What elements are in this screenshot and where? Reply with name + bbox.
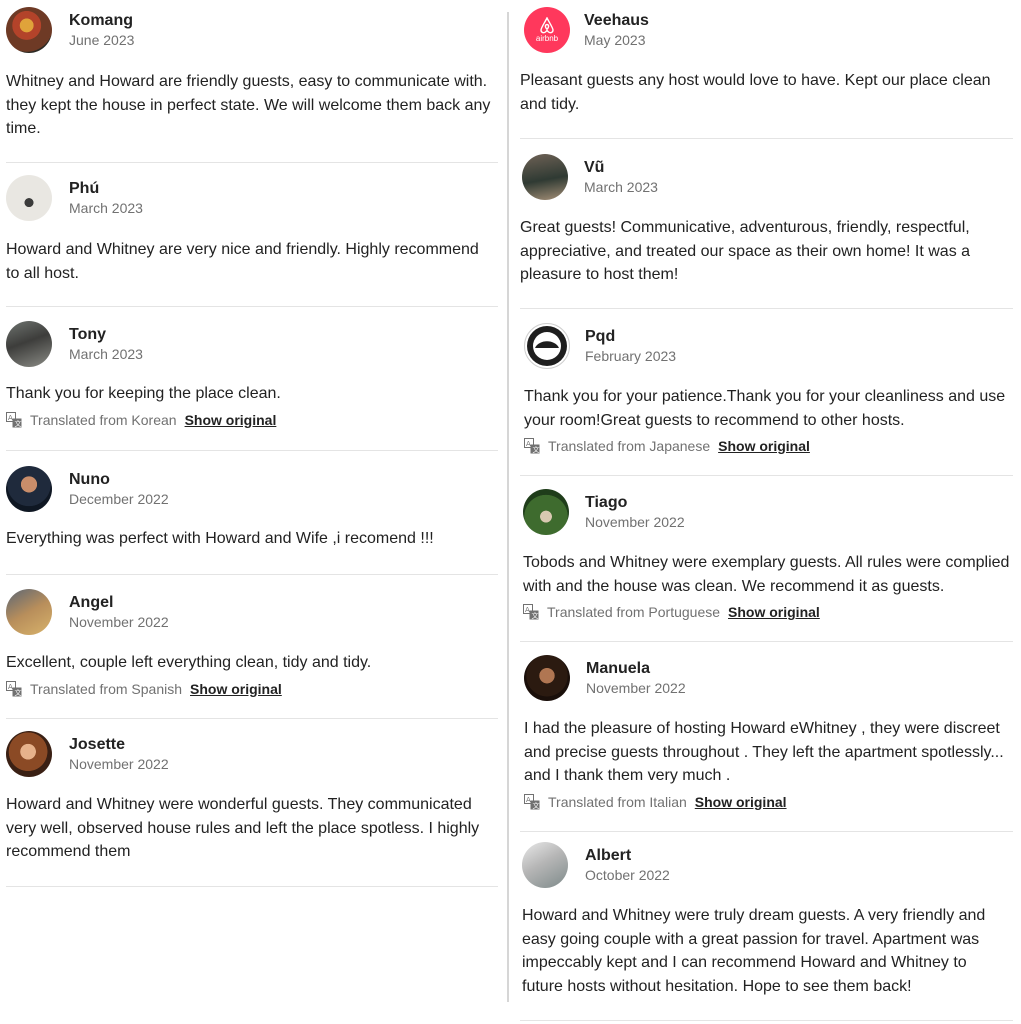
review-text: Tobods and Whitney were exemplary guests… — [523, 554, 1010, 595]
svg-text:文: 文 — [15, 419, 22, 428]
review-text: Thank you for keeping the place clean. — [6, 385, 281, 402]
svg-text:A: A — [8, 683, 13, 691]
translation-note: A文 Translated from Italian Show original — [520, 792, 1013, 812]
svg-text:A: A — [525, 606, 530, 614]
avatar[interactable] — [6, 7, 52, 53]
avatar[interactable] — [6, 321, 52, 367]
avatar[interactable]: airbnb — [524, 7, 570, 53]
review-date: May 2023 — [584, 32, 646, 48]
avatar[interactable] — [6, 731, 52, 777]
review-date: June 2023 — [69, 32, 135, 48]
show-original-link[interactable]: Show original — [190, 681, 282, 697]
svg-text:A: A — [8, 414, 13, 422]
translate-icon: A文 — [524, 793, 540, 810]
avatar[interactable] — [522, 842, 568, 888]
avatar[interactable] — [6, 466, 52, 512]
translate-icon: A文 — [524, 438, 540, 454]
reviewer-name[interactable]: Manuela — [586, 659, 686, 678]
avatar-logo-text: airbnb — [535, 34, 559, 43]
translation-note: A文 Translated from Portuguese Show origi… — [520, 602, 1013, 622]
review-date: March 2023 — [584, 179, 658, 195]
translation-note: A文 Translated from Korean Show original — [6, 410, 498, 430]
translated-from-label: Translated from Italian — [548, 793, 687, 810]
review-card: Josette November 2022 Howard and Whitney… — [6, 730, 498, 887]
translate-icon: A文 — [6, 680, 22, 697]
reviewer-name[interactable]: Tony — [69, 325, 143, 344]
review-text: Everything was perfect with Howard and W… — [6, 530, 434, 547]
avatar[interactable] — [523, 489, 569, 535]
reviewer-name[interactable]: Tiago — [585, 493, 685, 512]
translated-from-label: Translated from Portuguese — [547, 604, 721, 620]
translated-from-label: Translated from Japanese — [548, 438, 711, 454]
review-card: Tony March 2023 Thank you for keeping th… — [6, 320, 498, 451]
review-text: Great guests! Communicative, adventurous… — [520, 219, 971, 283]
svg-text:文: 文 — [532, 611, 539, 620]
review-text: I had the pleasure of hosting Howard eWh… — [524, 720, 1004, 784]
airbnb-logo-icon: airbnb — [524, 7, 570, 53]
review-card: Vũ March 2023 Great guests! Communicativ… — [520, 153, 1013, 309]
review-date: December 2022 — [69, 491, 169, 507]
avatar[interactable] — [6, 589, 52, 635]
review-date: November 2022 — [69, 756, 169, 772]
show-original-link[interactable]: Show original — [185, 412, 277, 428]
translated-from-label: Translated from Korean — [30, 411, 177, 428]
svg-text:A: A — [526, 440, 531, 448]
review-date: February 2023 — [585, 348, 677, 364]
review-text: Whitney and Howard are friendly guests, … — [6, 73, 491, 137]
review-text: Howard and Whitney are very nice and fri… — [6, 241, 479, 282]
reviewer-name[interactable]: Phú — [69, 179, 143, 198]
reviewer-name[interactable]: Komang — [69, 11, 134, 30]
review-text: Howard and Whitney were truly dream gues… — [522, 907, 986, 995]
translation-note: A文 Translated from Japanese Show origina… — [520, 436, 1013, 456]
review-text: Excellent, couple left everything clean,… — [6, 654, 372, 671]
review-card: Tiago November 2022 Tobods and Whitney w… — [520, 488, 1013, 642]
review-date: October 2022 — [585, 867, 670, 883]
review-card: Nuno December 2022 Everything was perfec… — [6, 465, 498, 575]
translate-icon: A文 — [6, 411, 22, 428]
review-date: March 2023 — [69, 200, 143, 216]
column-divider — [507, 12, 509, 1002]
review-card: Albert October 2022 Howard and Whitney w… — [520, 841, 1013, 1021]
review-text: Howard and Whitney were wonderful guests… — [6, 796, 480, 860]
translated-from-label: Translated from Spanish — [30, 680, 182, 697]
review-card: Pqd February 2023 Thank you for your pat… — [520, 322, 1013, 476]
reviewer-name[interactable]: Pqd — [585, 327, 676, 346]
reviewer-name[interactable]: Nuno — [69, 470, 169, 489]
pod-logo-icon — [527, 326, 567, 366]
svg-text:文: 文 — [15, 688, 22, 697]
review-card: airbnb Veehaus May 2023 Pleasant guests … — [520, 6, 1013, 139]
svg-text:文: 文 — [533, 801, 540, 810]
reviewer-name[interactable]: Angel — [69, 593, 169, 612]
review-date: November 2022 — [69, 614, 169, 630]
avatar[interactable] — [524, 323, 570, 369]
review-date: November 2022 — [585, 514, 685, 530]
reviewer-name[interactable]: Albert — [585, 846, 670, 865]
avatar[interactable] — [524, 655, 570, 701]
reviewer-name[interactable]: Josette — [69, 735, 169, 754]
review-card: Angel November 2022 Excellent, couple le… — [6, 588, 498, 719]
review-card: Phú March 2023 Howard and Whitney are ve… — [6, 174, 498, 307]
translation-note: A文 Translated from Spanish Show original — [6, 679, 498, 699]
review-card: Manuela November 2022 I had the pleasure… — [520, 654, 1013, 832]
svg-text:文: 文 — [533, 445, 540, 454]
avatar[interactable] — [522, 154, 568, 200]
show-original-link[interactable]: Show original — [718, 438, 810, 454]
translate-icon: A文 — [523, 604, 539, 620]
review-text: Thank you for your patience.Thank you fo… — [524, 388, 1006, 429]
review-date: November 2022 — [586, 680, 686, 696]
show-original-link[interactable]: Show original — [728, 604, 820, 620]
reviewer-name[interactable]: Veehaus — [584, 11, 649, 30]
review-card: Komang June 2023 Whitney and Howard are … — [6, 6, 498, 163]
show-original-link[interactable]: Show original — [695, 794, 787, 810]
review-text: Pleasant guests any host would love to h… — [520, 72, 991, 113]
svg-text:A: A — [526, 796, 531, 804]
avatar[interactable] — [6, 175, 52, 221]
review-date: March 2023 — [69, 346, 143, 362]
reviewer-name[interactable]: Vũ — [584, 158, 658, 177]
